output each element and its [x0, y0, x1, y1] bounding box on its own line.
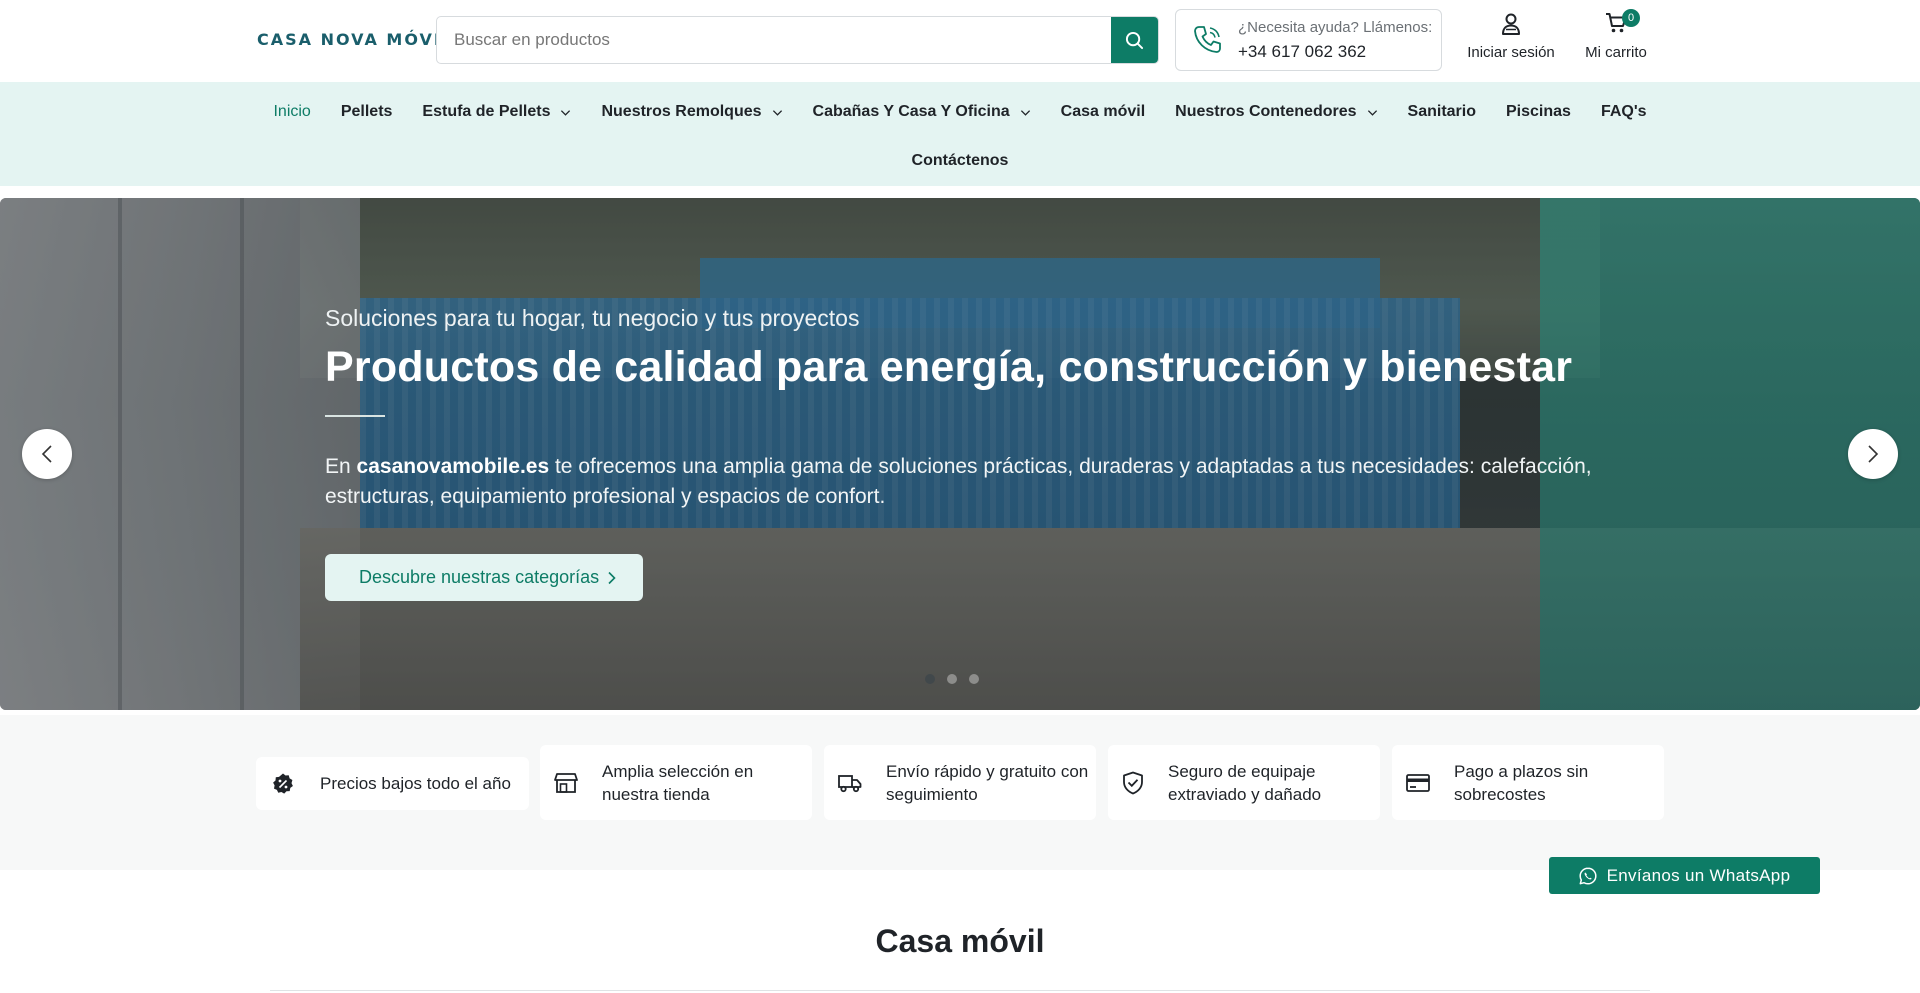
feature-installments: Pago a plazos sin sobrecostes	[1392, 745, 1664, 820]
shield-check-icon	[1122, 770, 1144, 796]
site-header: CASA NOVA MÓVIL ¿Necesita ayuda? Llámeno…	[0, 0, 1920, 82]
slider-dot[interactable]	[947, 674, 957, 684]
whatsapp-label: Envíanos un WhatsApp	[1606, 865, 1791, 885]
feature-text: Precios bajos todo el año	[320, 774, 511, 793]
chevron-right-icon	[1868, 445, 1879, 463]
nav-item-contactenos[interactable]: Contáctenos	[897, 150, 1024, 172]
chevron-down-icon	[561, 109, 571, 116]
search-icon	[1125, 31, 1144, 49]
feature-text: Envío rápido y gratuito con seguimiento	[886, 761, 1089, 804]
search-button[interactable]	[1111, 17, 1158, 63]
cart-label: Mi carrito	[1585, 44, 1647, 61]
hero-description: En casanovamobile.es te ofrecemos una am…	[325, 455, 1592, 508]
login-label: Iniciar sesión	[1467, 44, 1555, 61]
nav-item-estufa-de-pellets[interactable]: Estufa de Pellets	[407, 101, 586, 123]
cart-icon-wrap: 0	[1580, 9, 1652, 38]
slider-prev-button[interactable]	[22, 429, 72, 479]
nav-item-sanitario[interactable]: Sanitario	[1393, 101, 1491, 123]
search-input[interactable]	[437, 17, 1097, 63]
hero-title: Productos de calidad para energía, const…	[325, 343, 1573, 391]
nav-row-1: Inicio Pellets Estufa de Pellets Nuestro…	[0, 101, 1920, 123]
hero-cta-label: Descubre nuestras categorías	[359, 567, 600, 587]
help-contact-box[interactable]: ¿Necesita ayuda? Llámenos: +34 617 062 3…	[1175, 9, 1442, 71]
feature-text: Amplia selección en nuestra tienda	[602, 761, 754, 804]
chevron-left-icon	[41, 445, 52, 463]
user-icon	[1466, 12, 1556, 38]
nav-item-piscinas[interactable]: Piscinas	[1491, 101, 1586, 123]
search-bar	[436, 16, 1159, 64]
feature-luggage-insurance: Seguro de equipaje extraviado y dañado	[1108, 745, 1380, 820]
section-heading-casa-movil: Casa móvil	[0, 923, 1920, 960]
chevron-down-icon	[1020, 109, 1030, 116]
hero-slider: Soluciones para tu hogar, tu negocio y t…	[0, 198, 1920, 710]
hero-cta-button[interactable]: Descubre nuestras categorías	[325, 554, 644, 601]
chevron-down-icon	[1367, 109, 1377, 116]
feature-fast-shipping: Envío rápido y gratuito con seguimiento	[824, 745, 1096, 820]
nav-item-inicio[interactable]: Inicio	[258, 101, 325, 123]
slider-dot[interactable]	[969, 674, 979, 684]
nav-row-2: Contáctenos	[0, 150, 1920, 172]
help-question: ¿Necesita ayuda? Llámenos:	[1238, 19, 1433, 36]
store-icon	[554, 770, 578, 796]
feature-low-prices: Precios bajos todo el año	[256, 757, 529, 810]
phone-icon	[1190, 23, 1224, 62]
feature-wide-selection: Amplia selección en nuestra tienda	[540, 745, 812, 820]
chevron-down-icon	[772, 109, 782, 116]
nav-item-nuestros-contenedores[interactable]: Nuestros Contenedores	[1160, 101, 1392, 123]
hero-subtitle: Soluciones para tu hogar, tu negocio y t…	[325, 305, 860, 331]
hero-brand: casanovamobile.es	[356, 455, 550, 478]
features-bar: Precios bajos todo el año Amplia selecci…	[0, 715, 1920, 870]
feature-text: Pago a plazos sin sobrecostes	[1454, 761, 1589, 804]
slider-next-button[interactable]	[1848, 429, 1898, 479]
nav-item-faqs[interactable]: FAQ's	[1586, 101, 1662, 123]
chevron-right-icon	[608, 571, 616, 584]
whatsapp-icon	[1579, 866, 1597, 885]
hero-divider	[325, 415, 385, 417]
nav-item-pellets[interactable]: Pellets	[326, 101, 408, 123]
section-divider	[270, 990, 1650, 991]
credit-card-icon	[1406, 770, 1430, 796]
main-nav: Inicio Pellets Estufa de Pellets Nuestro…	[0, 82, 1920, 186]
badge-percent-icon	[270, 771, 296, 797]
section-title: Casa móvil	[875, 923, 1045, 959]
nav-item-casa-movil[interactable]: Casa móvil	[1046, 101, 1160, 123]
whatsapp-button[interactable]: Envíanos un WhatsApp	[1549, 857, 1820, 894]
help-phone-number[interactable]: +34 617 062 362	[1238, 42, 1366, 62]
slider-dot[interactable]	[925, 674, 935, 684]
truck-icon	[838, 770, 862, 796]
nav-item-nuestros-remolques[interactable]: Nuestros Remolques	[586, 101, 797, 123]
nav-item-cabanas[interactable]: Cabañas Y Casa Y Oficina	[798, 101, 1046, 123]
cart-link[interactable]: 0 Mi carrito	[1580, 9, 1652, 61]
login-link[interactable]: Iniciar sesión	[1466, 12, 1556, 61]
cart-count-badge: 0	[1622, 9, 1640, 27]
logo[interactable]: CASA NOVA MÓVIL	[257, 30, 454, 49]
feature-text: Seguro de equipaje extraviado y dañado	[1168, 761, 1322, 804]
slider-dots	[925, 674, 979, 684]
